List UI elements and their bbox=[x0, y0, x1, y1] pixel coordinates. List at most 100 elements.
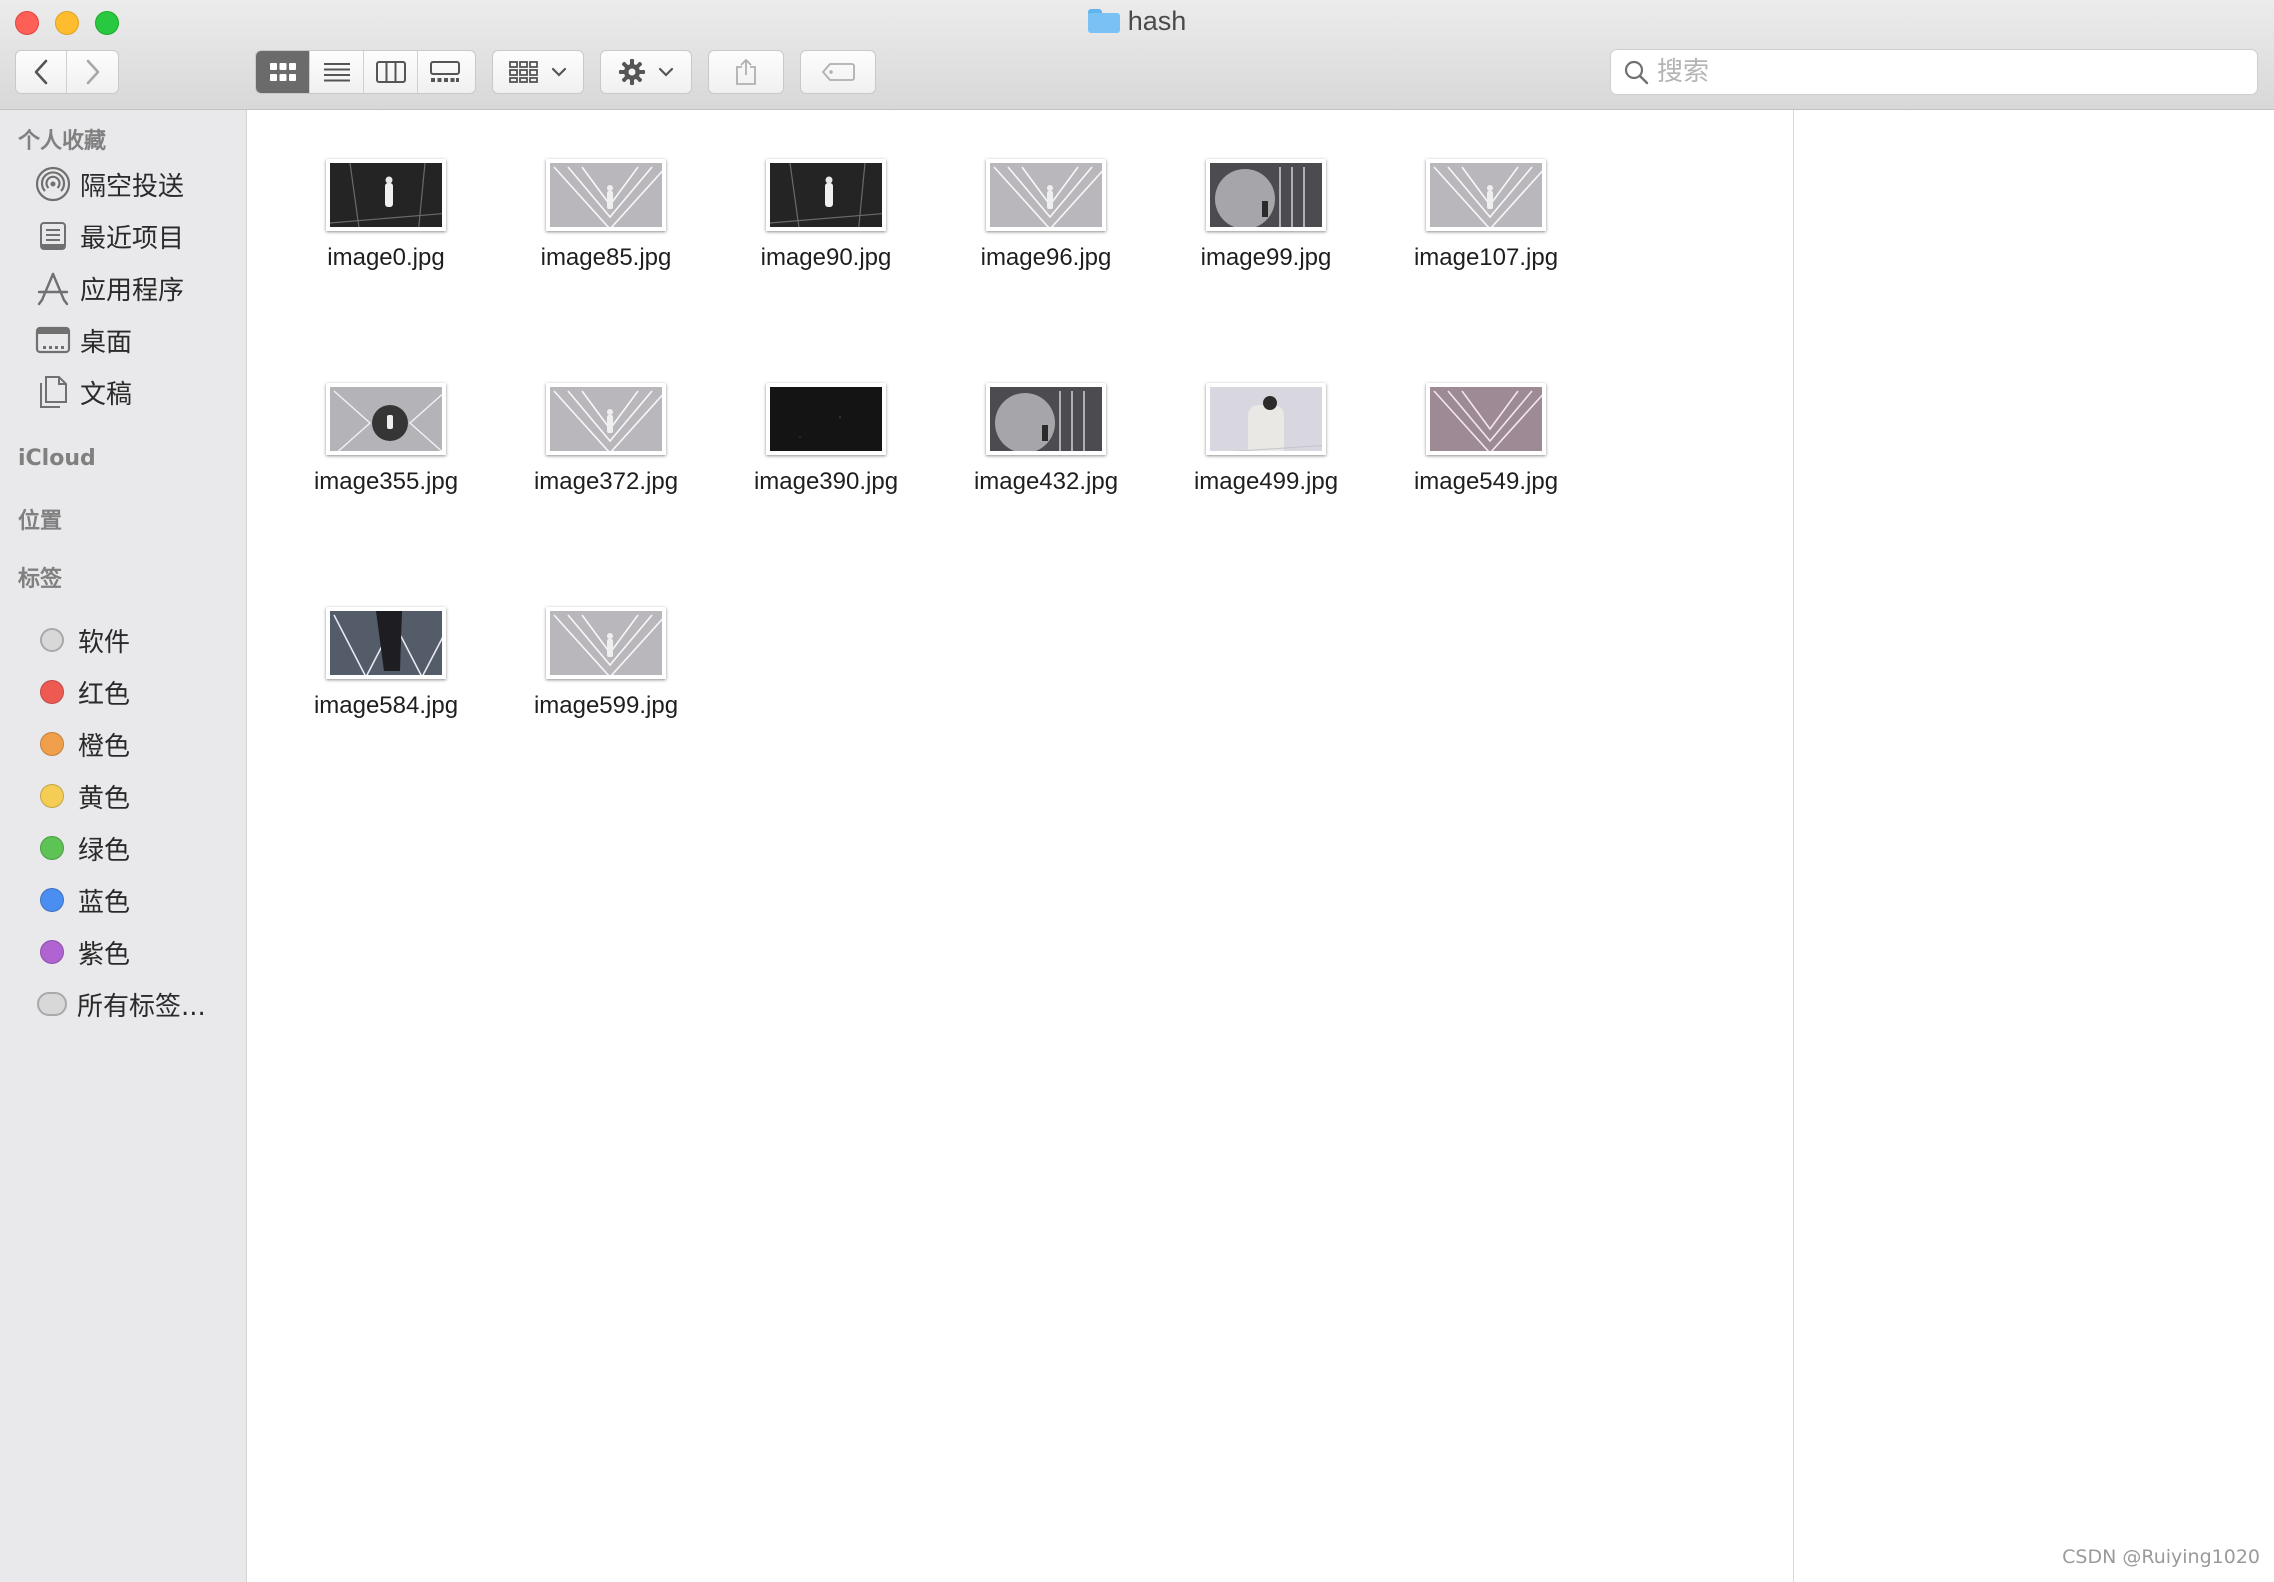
watermark: CSDN @Ruiying1020 bbox=[2062, 1546, 2260, 1568]
sidebar-tag-item[interactable]: 红色 bbox=[34, 672, 130, 712]
tag-color-dot-icon bbox=[40, 628, 64, 652]
file-thumbnail[interactable] bbox=[986, 159, 1106, 231]
list-view-button[interactable] bbox=[310, 51, 364, 93]
window-title: hash bbox=[0, 6, 2274, 37]
action-menu-button[interactable] bbox=[600, 50, 692, 94]
sidebar-tag-item[interactable]: 蓝色 bbox=[34, 880, 130, 920]
sidebar-item-documents[interactable]: 文稿 bbox=[34, 372, 132, 412]
file-name: image355.jpg bbox=[313, 468, 459, 495]
file-item[interactable]: image90.jpg bbox=[708, 116, 928, 316]
file-item[interactable]: image390.jpg bbox=[708, 340, 928, 540]
file-thumbnail[interactable] bbox=[1426, 383, 1546, 455]
file-name: image96.jpg bbox=[980, 244, 1112, 271]
file-item[interactable]: image372.jpg bbox=[488, 340, 708, 540]
icloud-header[interactable]: iCloud bbox=[18, 446, 96, 471]
file-thumbnail[interactable] bbox=[766, 383, 886, 455]
file-thumbnail[interactable] bbox=[546, 383, 666, 455]
icon-view-button[interactable] bbox=[256, 51, 310, 93]
search-field[interactable] bbox=[1610, 49, 2258, 95]
file-item[interactable]: image432.jpg bbox=[928, 340, 1148, 540]
file-thumbnail[interactable] bbox=[1426, 159, 1546, 231]
file-name: image549.jpg bbox=[1413, 468, 1559, 495]
sidebar-tag-label: 橙色 bbox=[78, 731, 131, 762]
file-name: image107.jpg bbox=[1413, 244, 1559, 271]
file-item[interactable]: image96.jpg bbox=[928, 116, 1148, 316]
sidebar-item-airdrop[interactable]: 隔空投送 bbox=[34, 164, 184, 204]
sidebar-tag-item[interactable]: 软件 bbox=[34, 620, 130, 660]
airdrop-icon bbox=[34, 165, 72, 203]
column-view-button[interactable] bbox=[364, 51, 418, 93]
file-thumbnail[interactable] bbox=[546, 607, 666, 679]
sidebar-tag-item[interactable]: 绿色 bbox=[34, 828, 130, 868]
sidebar-tag-label: 蓝色 bbox=[78, 887, 131, 918]
view-mode-control bbox=[255, 50, 476, 94]
file-item[interactable]: image355.jpg bbox=[268, 340, 488, 540]
file-name: image0.jpg bbox=[327, 244, 445, 271]
file-item[interactable]: image0.jpg bbox=[268, 116, 488, 316]
favorites-header: 个人收藏 bbox=[18, 129, 107, 154]
share-button[interactable] bbox=[708, 50, 784, 94]
tag-icon bbox=[822, 63, 855, 81]
file-item[interactable]: image107.jpg bbox=[1368, 116, 1588, 316]
sidebar-tag-item[interactable]: 黄色 bbox=[34, 776, 130, 816]
sidebar-tag-label: 红色 bbox=[78, 679, 131, 710]
sidebar-tag-item[interactable]: 所有标签... bbox=[34, 984, 206, 1024]
share-icon bbox=[736, 58, 756, 85]
search-icon bbox=[1624, 60, 1649, 85]
forward-button[interactable] bbox=[67, 51, 118, 93]
file-thumbnail[interactable] bbox=[1206, 383, 1326, 455]
sidebar-tag-item[interactable]: 橙色 bbox=[34, 724, 130, 764]
edit-tags-button[interactable] bbox=[800, 50, 876, 94]
file-thumbnail[interactable] bbox=[326, 607, 446, 679]
file-name: image90.jpg bbox=[760, 244, 892, 271]
recents-icon bbox=[34, 217, 72, 255]
sidebar-item-recents[interactable]: 最近项目 bbox=[34, 216, 184, 256]
navigation-buttons bbox=[15, 50, 119, 94]
sidebar-tag-item[interactable]: 紫色 bbox=[34, 932, 130, 972]
file-name: image432.jpg bbox=[973, 468, 1119, 495]
tag-color-dot-icon bbox=[40, 732, 64, 756]
file-name: image499.jpg bbox=[1193, 468, 1339, 495]
file-thumbnail[interactable] bbox=[546, 159, 666, 231]
file-name: image85.jpg bbox=[540, 244, 672, 271]
file-item[interactable]: image99.jpg bbox=[1148, 116, 1368, 316]
folder-icon bbox=[1087, 9, 1120, 33]
tag-color-dot-icon bbox=[37, 992, 67, 1016]
file-item[interactable]: image599.jpg bbox=[488, 564, 708, 764]
file-thumbnail[interactable] bbox=[986, 383, 1106, 455]
file-name: image99.jpg bbox=[1200, 244, 1332, 271]
desktop-icon bbox=[34, 321, 72, 359]
chevron-left-icon bbox=[34, 59, 48, 85]
sidebar-item-desktop[interactable]: 桌面 bbox=[34, 320, 132, 360]
sidebar-item-applications[interactable]: 应用程序 bbox=[34, 268, 184, 308]
file-item[interactable]: image499.jpg bbox=[1148, 340, 1368, 540]
list-icon bbox=[323, 63, 350, 82]
file-item[interactable]: image549.jpg bbox=[1368, 340, 1588, 540]
back-button[interactable] bbox=[16, 51, 68, 93]
file-name: image584.jpg bbox=[313, 692, 459, 719]
tag-color-dot-icon bbox=[40, 680, 64, 704]
grid-icon bbox=[269, 63, 296, 81]
chevron-right-icon bbox=[86, 59, 99, 85]
file-name: image599.jpg bbox=[533, 692, 679, 719]
search-input[interactable] bbox=[1657, 57, 2217, 87]
file-thumbnail[interactable] bbox=[326, 383, 446, 455]
file-thumbnail[interactable] bbox=[766, 159, 886, 231]
file-name: image372.jpg bbox=[533, 468, 679, 495]
finder-window: hash 搜索 个人收藏 隔空投送 最近项目 应用程序 桌面 文稿 iCloud… bbox=[0, 0, 2274, 1582]
file-item[interactable]: image584.jpg bbox=[268, 564, 488, 764]
file-item[interactable]: image85.jpg bbox=[488, 116, 708, 316]
file-thumbnail[interactable] bbox=[1206, 159, 1326, 231]
gallery-icon bbox=[430, 61, 460, 82]
group-icon bbox=[509, 61, 538, 83]
tag-color-dot-icon bbox=[40, 940, 64, 964]
locations-header[interactable]: 位置 bbox=[18, 503, 62, 535]
gallery-view-button[interactable] bbox=[418, 51, 472, 93]
chevron-down-icon bbox=[551, 67, 567, 77]
preview-pane bbox=[1793, 110, 2274, 1582]
tag-color-dot-icon bbox=[40, 836, 64, 860]
file-name: image390.jpg bbox=[753, 468, 899, 495]
group-by-button[interactable] bbox=[492, 50, 584, 94]
file-thumbnail[interactable] bbox=[326, 159, 446, 231]
chevron-down-icon bbox=[658, 67, 674, 77]
